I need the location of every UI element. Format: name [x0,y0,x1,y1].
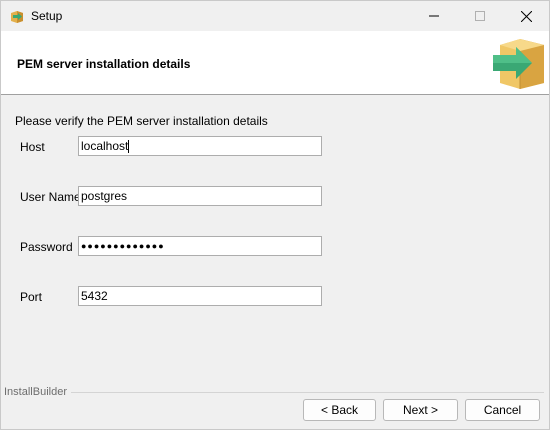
window-title: Setup [31,9,63,23]
minimize-icon [429,15,439,17]
port-label: Port [20,290,43,304]
minimize-button[interactable] [411,1,457,31]
host-value: localhost [81,139,129,153]
footer-divider [67,392,544,393]
installer-box-icon [11,11,23,23]
port-input[interactable]: 5432 [78,286,322,306]
title-bar: Setup [1,1,549,31]
close-button[interactable] [503,1,549,31]
host-label: Host [20,140,45,154]
intro-text: Please verify the PEM server installatio… [15,114,268,128]
cancel-button[interactable]: Cancel [465,399,540,421]
password-value: ●●●●●●●●●●●●● [81,241,165,251]
text-caret [128,139,130,153]
username-label: User Name [20,190,81,204]
next-button[interactable]: Next > [383,399,458,421]
back-button[interactable]: < Back [303,399,376,421]
maximize-button[interactable] [457,1,503,31]
setup-window: Setup PEM server installation details Pl… [0,0,550,430]
username-input[interactable]: postgres [78,186,322,206]
maximize-icon [475,11,485,21]
close-icon [520,10,532,22]
wizard-header: PEM server installation details [1,31,549,95]
installer-box-arrow-icon [493,39,544,89]
password-input[interactable]: ●●●●●●●●●●●●● [78,236,322,256]
brand-label: InstallBuilder [4,386,71,398]
page-title: PEM server installation details [17,57,191,71]
port-value: 5432 [81,289,108,303]
host-input[interactable]: localhost [78,136,322,156]
username-value: postgres [81,189,128,203]
password-label: Password [20,240,73,254]
